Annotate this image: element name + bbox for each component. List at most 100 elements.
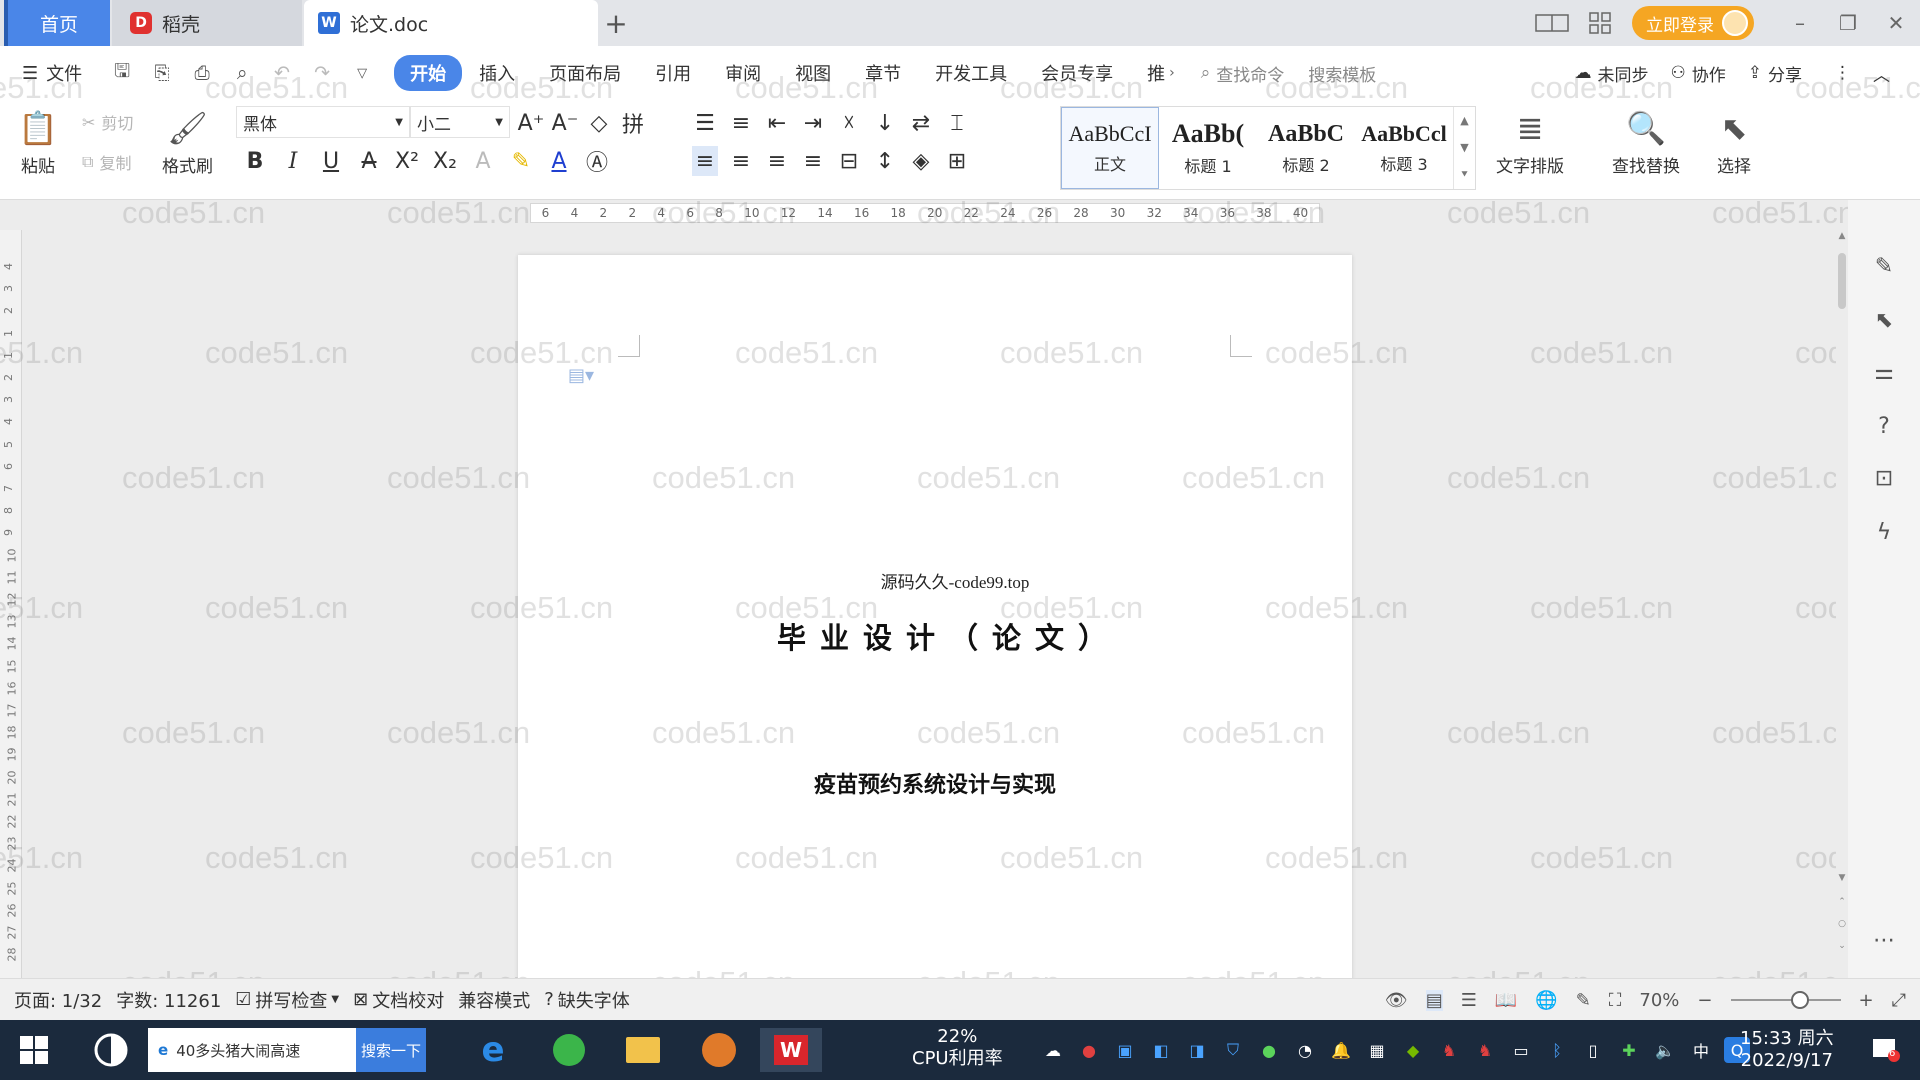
page-indicator[interactable]: 页面: 1/32 — [14, 987, 102, 1013]
increase-indent-icon[interactable]: ⇥ — [800, 108, 826, 138]
bold-icon[interactable]: B — [242, 146, 268, 176]
apps-grid-icon[interactable] — [1576, 0, 1624, 46]
paragraph-options-icon[interactable]: ▤▾ — [568, 365, 594, 386]
text-effect-icon[interactable]: A — [470, 146, 496, 176]
borders-icon[interactable]: ⊞ — [944, 146, 970, 176]
image-tools-icon[interactable]: ⊡ — [1864, 458, 1904, 498]
undo-icon[interactable]: ↶ — [264, 55, 300, 91]
vertical-scrollbar[interactable]: ▲ ▼ ⌃ ○ ⌄ — [1836, 225, 1848, 978]
tray-app-icon[interactable]: ♞ — [1472, 1037, 1498, 1063]
sync-button[interactable]: ☁ 未同步 — [1575, 61, 1649, 86]
weather-icon[interactable]: ☁ — [1040, 1037, 1066, 1063]
superscript-icon[interactable]: X² — [394, 146, 420, 176]
nvidia-icon[interactable]: ◆ — [1400, 1037, 1426, 1063]
tray-app-icon[interactable]: ▦ — [1364, 1037, 1390, 1063]
highlight-icon[interactable]: ✎ — [508, 146, 534, 176]
select-button[interactable]: ⬉ 选择 — [1712, 104, 1756, 177]
layout-icon[interactable] — [1528, 0, 1576, 46]
word-count[interactable]: 字数: 11261 — [116, 987, 221, 1013]
grow-font-icon[interactable]: A⁺ — [518, 108, 545, 138]
paste-button[interactable]: 📋 粘贴 — [16, 104, 60, 177]
horizontal-ruler[interactable]: 6 4 2 2 4 6 8 10 12 14 16 18 20 22 24 26 28 30 32 34 36 38 40 — [0, 201, 1836, 225]
shading-icon[interactable]: ◈ — [908, 146, 934, 176]
style-heading-3[interactable]: AaBbCcl 标题 3 — [1355, 107, 1453, 189]
tab-member[interactable]: 会员专享 — [1024, 54, 1130, 92]
wps-taskbar-icon[interactable]: W — [760, 1028, 822, 1072]
tab-developer[interactable]: 开发工具 — [918, 54, 1024, 92]
tab-references[interactable]: 引用 — [638, 54, 708, 92]
sliders-icon[interactable]: ⚌ — [1864, 352, 1904, 392]
ime-indicator[interactable]: 中 — [1688, 1037, 1714, 1063]
write-view-icon[interactable]: ✎ — [1576, 990, 1591, 1011]
show-marks-icon[interactable]: ⌶ — [944, 108, 970, 138]
font-color-icon[interactable]: A — [546, 146, 572, 176]
file-menu[interactable]: ☰ 文件 — [22, 60, 82, 86]
bluetooth-icon[interactable]: ᛒ — [1544, 1037, 1570, 1063]
text-direction-icon[interactable]: ⇄ — [908, 108, 934, 138]
help-icon[interactable]: ? — [1864, 406, 1904, 446]
scroll-up-icon[interactable]: ▲ — [1836, 231, 1848, 241]
align-center-icon[interactable]: ≡ — [728, 146, 754, 176]
align-left-icon[interactable]: ≡ — [692, 146, 718, 176]
expand-icon[interactable]: ⯆ — [1460, 168, 1469, 182]
taskbar-search-button[interactable]: 搜索一下 — [356, 1028, 426, 1072]
tab-home[interactable]: 首页 — [4, 0, 110, 46]
battery-icon[interactable]: ▭ — [1508, 1037, 1534, 1063]
login-button[interactable]: 立即登录 — [1632, 6, 1754, 40]
game-app-icon[interactable] — [688, 1028, 750, 1072]
taskbar-clock[interactable]: 15:33 周六 2022/9/17 — [1740, 1028, 1834, 1072]
zoom-value[interactable]: 70% — [1639, 990, 1679, 1011]
pen-icon[interactable]: ✎ — [1864, 246, 1904, 286]
share-button[interactable]: ⇪ 分享 — [1748, 61, 1802, 86]
outline-view-icon[interactable]: ☰ — [1461, 990, 1477, 1011]
chevron-down-icon[interactable]: ▼ — [1460, 141, 1468, 154]
pinwheel-app-icon[interactable] — [80, 1028, 142, 1072]
tab-view[interactable]: 视图 — [778, 54, 848, 92]
format-painter-button[interactable]: 🖌 格式刷 — [162, 104, 213, 177]
doc-proof-button[interactable]: ⊠ 文档校对 — [353, 987, 444, 1013]
tab-chapter[interactable]: 章节 — [848, 54, 918, 92]
chevron-up-icon[interactable]: ▲ — [1460, 114, 1468, 127]
underline-icon[interactable]: U — [318, 146, 344, 176]
tray-app-icon[interactable]: ♞ — [1436, 1037, 1462, 1063]
vertical-ruler[interactable]: 4 3 2 1 1 2 3 4 5 6 7 8 9 10 11 12 13 14 15 16 17 18 19 20 21 22 2… — [0, 230, 22, 978]
chevron-right-icon[interactable]: › — [1169, 65, 1175, 81]
scrollbar-thumb[interactable] — [1838, 253, 1846, 309]
windows-start-icon[interactable] — [20, 1036, 48, 1064]
subscript-icon[interactable]: X₂ — [432, 146, 458, 176]
collaborate-button[interactable]: ⚇ 协作 — [1671, 61, 1726, 86]
scroll-down-icon[interactable]: ▼ — [1836, 873, 1848, 883]
copy-button[interactable]: ⧉ 复制 — [82, 150, 131, 174]
sort-icon[interactable]: ↓ — [872, 108, 898, 138]
internet-explorer-icon[interactable]: e — [462, 1028, 524, 1072]
print-icon[interactable]: ⎙ — [184, 55, 220, 91]
template-search-label[interactable]: 搜索模板 — [1308, 61, 1376, 86]
bullet-list-icon[interactable]: ☰ — [692, 108, 718, 138]
lightning-icon[interactable]: ϟ — [1864, 512, 1904, 552]
web-view-icon[interactable]: 🌐 — [1535, 990, 1557, 1011]
spell-check-button[interactable]: ☑ 拼写检查 ▼ — [235, 987, 339, 1013]
phonetic-guide-icon[interactable]: 拼 — [620, 108, 646, 138]
shrink-font-icon[interactable]: A⁻ — [552, 108, 579, 138]
tab-review[interactable]: 审阅 — [708, 54, 778, 92]
find-replace-button[interactable]: 🔍 查找替换 — [1612, 104, 1680, 177]
justify-icon[interactable]: ≡ — [800, 146, 826, 176]
tray-app-icon[interactable]: ● — [1076, 1037, 1102, 1063]
save-icon[interactable]: 🖫 — [104, 55, 140, 91]
new-tab-button[interactable]: + — [596, 0, 636, 46]
font-size-select[interactable]: 小二 ▼ — [410, 106, 510, 138]
usb-icon[interactable]: ▯ — [1580, 1037, 1606, 1063]
align-right-icon[interactable]: ≡ — [764, 146, 790, 176]
collapse-ribbon-icon[interactable]: ︿ — [1873, 61, 1890, 86]
page-view-icon[interactable]: ▤ — [1425, 989, 1443, 1011]
tab-more[interactable]: 推 — [1130, 54, 1169, 92]
zoom-out-icon[interactable]: − — [1697, 990, 1712, 1011]
close-icon[interactable]: ✕ — [1872, 0, 1920, 46]
eye-icon[interactable]: 👁 — [1385, 990, 1408, 1011]
distributed-icon[interactable]: ⊟ — [836, 146, 862, 176]
styles-scroll[interactable]: ▲ ▼ ⯆ — [1453, 107, 1475, 189]
missing-font-button[interactable]: ? 缺失字体 — [544, 987, 630, 1013]
style-normal[interactable]: AaBbCcI 正文 — [1061, 107, 1159, 189]
cut-button[interactable]: ✂ 剪切 — [82, 110, 133, 134]
document-canvas[interactable]: ▤▾ 源码久久-code99.top 毕业设计（论文） 疫苗预约系统设计与实现 — [22, 225, 1836, 978]
